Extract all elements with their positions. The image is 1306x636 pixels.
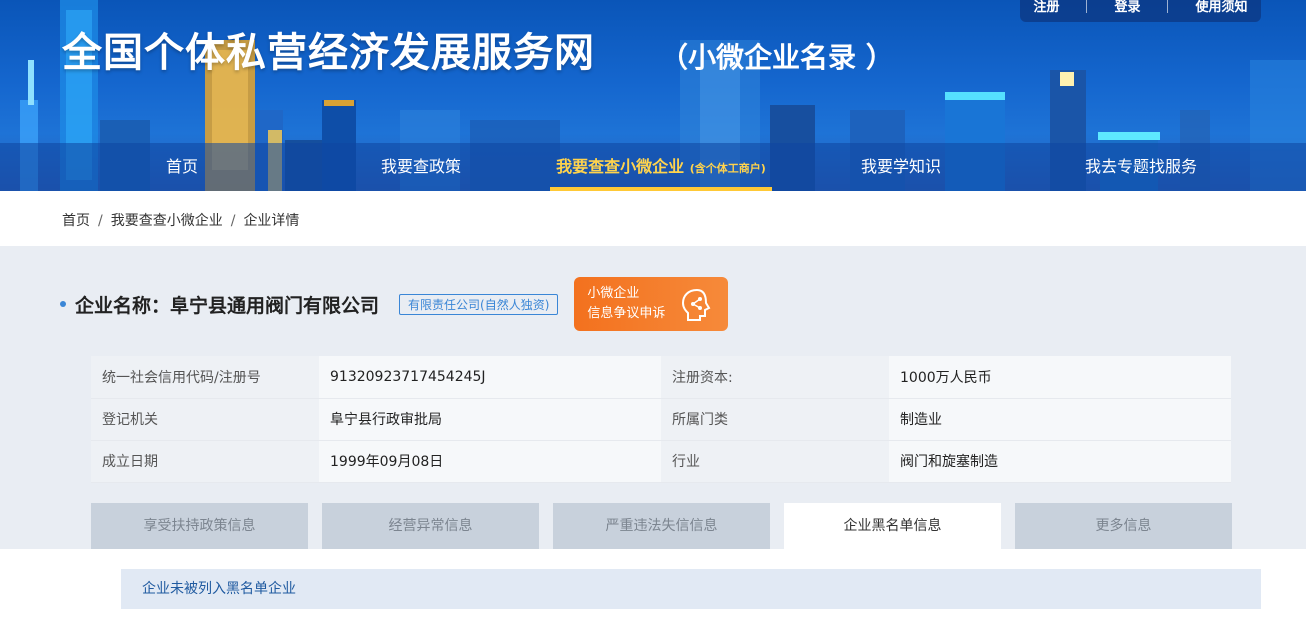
nav-item-suffix: (含个体工商户)	[689, 162, 766, 175]
site-title: 全国个体私营经济发展服务网	[62, 30, 595, 76]
nav-item-label: 我要查查小微企业	[556, 157, 685, 176]
table-row: 成立日期 1999年09月08日 行业 阀门和旋塞制造	[91, 440, 1231, 483]
nav-item-home[interactable]: 首页	[164, 143, 200, 191]
company-name: 阜宁县通用阀门有限公司	[170, 294, 380, 317]
nav-item-policy[interactable]: 我要查政策	[381, 143, 461, 191]
registered-capital-label: 注册资本:	[661, 356, 889, 399]
nav-item-knowledge[interactable]: 我要学知识	[861, 143, 941, 191]
nav-item-small-enterprises[interactable]: 我要查查小微企业 (含个体工商户)	[550, 143, 772, 191]
established-date-value: 1999年09月08日	[319, 440, 661, 483]
table-row: 登记机关 阜宁县行政审批局 所属门类 制造业	[91, 398, 1231, 441]
tab-blacklist[interactable]: 企业黑名单信息	[784, 503, 1001, 549]
appeal-head-icon	[682, 288, 711, 321]
tab-more-info[interactable]: 更多信息	[1015, 503, 1232, 549]
category-label: 所属门类	[661, 398, 889, 441]
industry-value: 阀门和旋塞制造	[889, 440, 1231, 483]
breadcrumb: 首页 / 我要查查小微企业 / 企业详情	[62, 213, 300, 229]
tab-abnormal-operation[interactable]: 经营异常信息	[322, 503, 539, 549]
company-header: 企业名称： 阜宁县通用阀门有限公司 有限责任公司(自然人独资) 小微企业 信息争…	[60, 277, 729, 331]
company-info-table: 统一社会信用代码/注册号 91320923717454245J 注册资本: 10…	[91, 356, 1231, 483]
credit-code-label: 统一社会信用代码/注册号	[91, 356, 319, 399]
site-subtitle: （小微企业名录 ）	[660, 41, 894, 74]
established-date-label: 成立日期	[91, 440, 319, 483]
tab-serious-violation[interactable]: 严重违法失信信息	[553, 503, 770, 549]
top-links-bar: 注册 登录 使用须知	[1020, 0, 1261, 22]
registered-capital-value: 1000万人民币	[889, 356, 1231, 399]
breadcrumb-home[interactable]: 首页	[62, 213, 90, 229]
header-banner: 全国个体私营经济发展服务网 （小微企业名录 ） 注册 登录 使用须知 首页 我要…	[0, 0, 1306, 191]
registration-authority-value: 阜宁县行政审批局	[319, 398, 661, 441]
blacklist-status-notice: 企业未被列入黑名单企业	[121, 569, 1261, 609]
tab-support-policy[interactable]: 享受扶持政策信息	[91, 503, 308, 549]
company-detail-panel: 企业名称： 阜宁县通用阀门有限公司 有限责任公司(自然人独资) 小微企业 信息争…	[0, 246, 1306, 549]
divider	[1086, 0, 1088, 13]
industry-label: 行业	[661, 440, 889, 483]
register-link[interactable]: 注册	[1033, 0, 1059, 15]
divider	[1167, 0, 1169, 13]
breadcrumb-current: 企业详情	[243, 213, 300, 229]
company-type-badge: 有限责任公司(自然人独资)	[399, 293, 559, 315]
credit-code-value: 91320923717454245J	[319, 356, 661, 399]
table-row: 统一社会信用代码/注册号 91320923717454245J 注册资本: 10…	[91, 356, 1231, 399]
main-nav: 首页 我要查政策 我要查查小微企业 (含个体工商户) 我要学知识 我去专题找服务	[0, 143, 1306, 191]
category-value: 制造业	[889, 398, 1231, 441]
breadcrumb-small-enterprises[interactable]: 我要查查小微企业	[111, 213, 223, 229]
usage-notice-link[interactable]: 使用须知	[1195, 0, 1247, 15]
info-dispute-button[interactable]: 小微企业 信息争议申诉	[574, 277, 729, 331]
registration-authority-label: 登记机关	[91, 398, 319, 441]
company-name-label: 企业名称：	[75, 294, 171, 317]
bullet-icon	[60, 301, 66, 307]
nav-item-topic-services[interactable]: 我去专题找服务	[1085, 143, 1197, 191]
login-link[interactable]: 登录	[1114, 0, 1140, 15]
